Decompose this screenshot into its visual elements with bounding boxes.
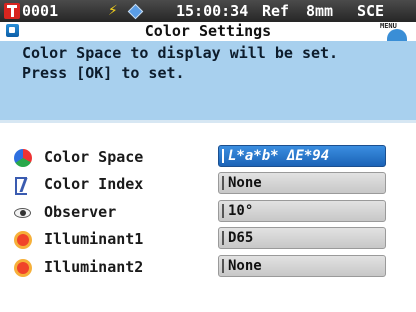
- sample-target-icon: [4, 3, 20, 19]
- clock-time: 15:00:34: [176, 2, 249, 20]
- color-index-icon: [14, 176, 32, 195]
- illuminant-sun-icon: [14, 231, 32, 249]
- setting-row-color-space[interactable]: Color Space L*a*b* ΔE*94: [0, 144, 416, 170]
- setting-row-observer[interactable]: Observer 10°: [0, 199, 416, 225]
- setting-label: Color Index: [44, 175, 144, 193]
- ref-indicator: Ref: [262, 2, 290, 20]
- screen-header: Color Settings MENU: [0, 22, 416, 42]
- setting-label: Observer: [44, 203, 117, 221]
- sample-id: 0001: [22, 2, 59, 20]
- setting-value: 10°: [228, 203, 254, 219]
- setting-value: D65: [228, 230, 254, 246]
- setting-row-illuminant2[interactable]: Illuminant2 None: [0, 254, 416, 280]
- screen-icon: [6, 24, 19, 37]
- menu-back-button[interactable]: MENU: [380, 22, 407, 42]
- mode-indicator: SCE: [357, 2, 385, 20]
- help-message: Color Space to display will be set. Pres…: [0, 41, 416, 120]
- illuminant-sun-icon: [14, 259, 32, 277]
- color-space-value-field[interactable]: L*a*b* ΔE*94: [218, 145, 386, 167]
- setting-label: Illuminant2: [44, 258, 144, 276]
- illuminant2-value-field[interactable]: None: [218, 255, 386, 277]
- observer-eye-icon: [14, 204, 32, 222]
- color-index-value-field[interactable]: None: [218, 172, 386, 194]
- color-space-icon: [14, 149, 32, 167]
- power-bolt-icon: ⚡: [108, 0, 118, 19]
- setting-label: Illuminant1: [44, 230, 144, 248]
- setting-row-color-index[interactable]: Color Index None: [0, 171, 416, 197]
- illuminant1-value-field[interactable]: D65: [218, 227, 386, 249]
- divider: [0, 120, 416, 123]
- observer-value-field[interactable]: 10°: [218, 200, 386, 222]
- setting-value: None: [228, 258, 262, 274]
- setting-row-illuminant1[interactable]: Illuminant1 D65: [0, 226, 416, 252]
- message-line-1: Color Space to display will be set.: [22, 44, 339, 62]
- setting-value: L*a*b* ΔE*94: [228, 148, 330, 164]
- aperture-indicator: 8mm: [306, 2, 334, 20]
- connection-icon: [127, 3, 144, 20]
- status-bar: 0001 ⚡ 15:00:34 Ref 8mm SCE: [0, 0, 416, 22]
- setting-value: None: [228, 175, 262, 191]
- page-title: Color Settings: [144, 22, 272, 40]
- setting-label: Color Space: [44, 148, 144, 166]
- message-line-2: Press [OK] to set.: [22, 64, 185, 82]
